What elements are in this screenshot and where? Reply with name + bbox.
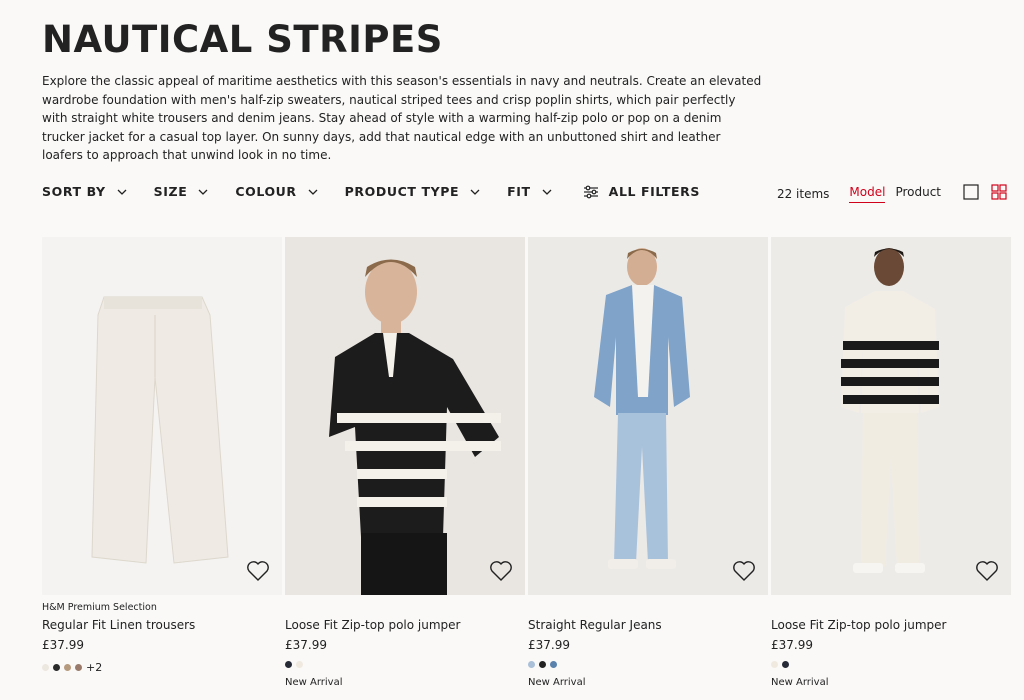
heart-icon[interactable] [489,560,513,582]
colour-filter[interactable]: COLOUR [235,184,318,199]
sort-by-label: SORT BY [42,184,106,199]
product-price: £37.99 [528,638,570,652]
chevron-down-icon [308,189,318,195]
heart-icon[interactable] [975,560,999,582]
colour-swatch[interactable] [64,664,71,671]
trousers-image [91,296,229,564]
product-card[interactable]: Loose Fit Zip-top polo jumper £37.99 New… [771,237,1011,688]
colour-swatch[interactable] [42,664,49,671]
colour-swatches [285,661,525,668]
product-image[interactable] [42,237,282,595]
all-filters-button[interactable]: ALL FILTERS [583,184,700,199]
product-name[interactable]: Loose Fit Zip-top polo jumper [285,618,525,632]
product-image[interactable] [285,237,525,595]
product-image[interactable] [771,237,1011,595]
product-card[interactable]: H&M Premium Selection Regular Fit Linen … [42,237,282,688]
model-view-toggle[interactable]: Model [849,185,886,203]
chevron-down-icon [198,189,208,195]
colour-swatch[interactable] [53,664,60,671]
chevron-down-icon [470,189,480,195]
product-brand: H&M Premium Selection [42,602,157,613]
page-title: NAUTICAL STRIPES [42,18,443,61]
product-image[interactable] [528,237,768,595]
chevron-down-icon [542,189,552,195]
single-column-view-icon[interactable] [963,184,979,203]
colour-swatches [528,661,768,668]
fit-label: FIT [507,184,531,199]
product-brand [285,602,525,615]
product-type-label: PRODUCT TYPE [344,184,460,199]
grid-view-icon[interactable] [991,184,1007,203]
colour-swatch[interactable] [528,661,535,668]
view-tools: 22 items Model Product [777,184,1007,203]
colour-swatches [771,661,1011,668]
sort-by-filter[interactable]: SORT BY [42,184,128,199]
product-card[interactable]: Straight Regular Jeans £37.99 New Arriva… [528,237,768,688]
size-filter[interactable]: SIZE [154,184,210,199]
new-arrival-badge: New Arrival [528,677,586,688]
product-name[interactable]: Loose Fit Zip-top polo jumper [771,618,1011,632]
product-type-filter[interactable]: PRODUCT TYPE [345,184,481,199]
model-photo [771,237,1011,595]
filter-bar: SORT BY SIZE COLOUR PRODUCT TYPE FIT ALL… [42,184,700,199]
colour-swatches: +2 [42,661,282,674]
item-count: 22 items [776,186,830,201]
heart-icon[interactable] [246,560,270,582]
size-label: SIZE [153,184,188,199]
product-view-toggle[interactable]: Product [895,185,941,202]
colour-swatch[interactable] [782,661,789,668]
page-description: Explore the classic appeal of maritime a… [42,74,762,163]
colour-swatch[interactable] [296,661,303,668]
colour-swatch[interactable] [539,661,546,668]
colour-swatch[interactable] [550,661,557,668]
more-colours[interactable]: +2 [86,661,102,674]
product-price: £37.99 [42,638,84,652]
product-brand [771,602,1011,615]
new-arrival-badge: New Arrival [771,677,829,688]
sliders-icon [583,185,598,198]
heart-icon[interactable] [732,560,756,582]
model-photo [285,237,525,595]
product-card[interactable]: Loose Fit Zip-top polo jumper £37.99 New… [285,237,525,688]
product-name[interactable]: Regular Fit Linen trousers [42,618,282,632]
colour-swatch[interactable] [285,661,292,668]
product-price: £37.99 [285,638,327,652]
fit-filter[interactable]: FIT [507,184,553,199]
colour-swatch[interactable] [771,661,778,668]
new-arrival-badge: New Arrival [285,677,343,688]
product-name[interactable]: Straight Regular Jeans [528,618,768,632]
model-photo [528,237,768,595]
all-filters-label: ALL FILTERS [608,184,701,199]
chevron-down-icon [117,189,127,195]
product-price: £37.99 [771,638,813,652]
colour-label: COLOUR [235,184,297,199]
product-grid: H&M Premium Selection Regular Fit Linen … [42,237,1011,688]
colour-swatch[interactable] [75,664,82,671]
product-brand [528,602,768,615]
